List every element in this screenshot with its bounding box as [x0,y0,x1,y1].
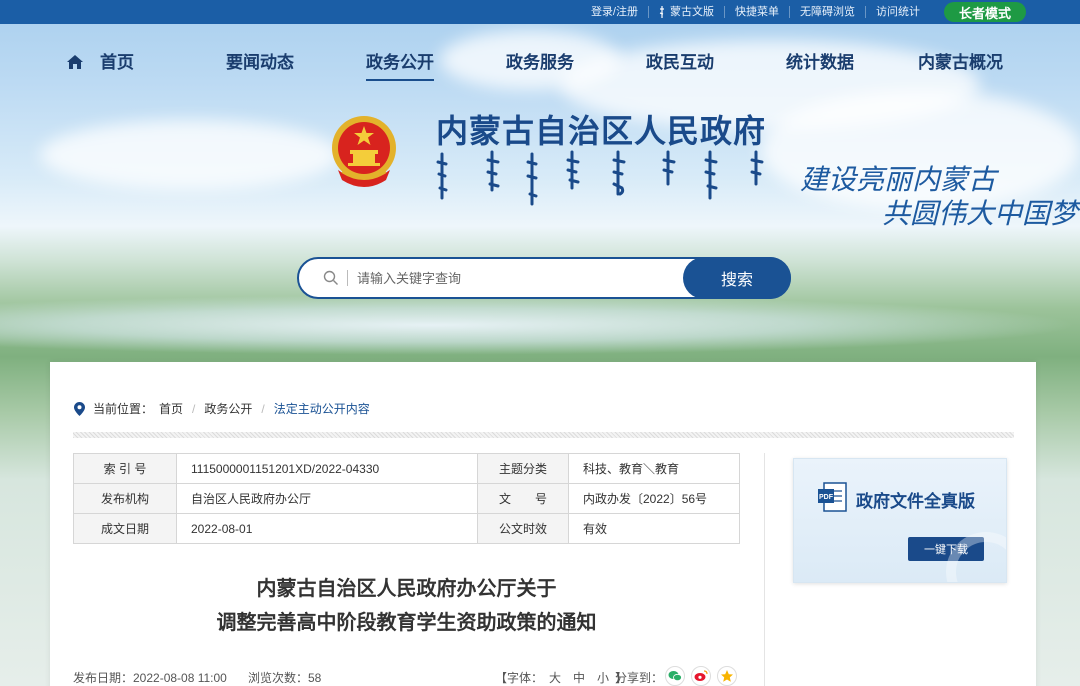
pdf-icon: PDF [818,482,847,512]
location-pin-icon [74,401,85,416]
font-size-medium[interactable]: 中 [573,671,585,685]
slogan: 建设亮丽内蒙古 共圆伟大中国梦 [800,158,1078,230]
svg-text:PDF: PDF [819,494,834,501]
nav-news[interactable]: 要闻动态 [226,48,294,73]
river-decoration [0,295,1080,355]
search-input[interactable] [357,267,677,289]
breadcrumb-current[interactable]: 法定主动公开内容 [274,400,370,417]
fulltext-card: PDF 政府文件全真版 一键下载 [793,458,1007,583]
weibo-share-icon[interactable] [691,666,711,686]
nav-home[interactable]: 首页 [66,48,134,73]
search-button[interactable]: 搜索 [683,257,791,299]
meta-key: 发布机构 [73,483,177,514]
table-row: 索 引 号 1115000001151201XD/2022-04330 主题分类… [73,453,740,484]
breadcrumb-home[interactable]: 首页 [159,400,183,417]
publish-date: 发布日期：2022-08-08 11:00 [73,671,227,685]
login-link[interactable]: 登录/注册 [581,6,648,18]
top-bar: 登录/注册 蒙古文版 快捷菜单 无障碍浏览 访问统计 长者模式 [0,0,1080,24]
nav-overview[interactable]: 内蒙古概况 [918,48,1003,73]
site-title: 内蒙古自治区人民政府 [436,112,767,150]
meta-key: 成文日期 [73,513,177,544]
fulltext-title: 政府文件全真版 [856,492,975,512]
share-label: 分享到： [615,671,664,685]
nav-gov-services[interactable]: 政务服务 [506,48,574,73]
hatch-divider [73,432,1014,438]
mongolian-title-script [436,150,764,206]
wechat-share-icon[interactable] [665,666,685,686]
breadcrumb-separator: / [192,401,196,416]
qzone-share-icon[interactable] [717,666,737,686]
document-meta-table: 索 引 号 1115000001151201XD/2022-04330 主题分类… [73,453,740,544]
cloud [40,120,340,190]
document-title-line-1: 内蒙古自治区人民政府办公厅关于 [256,578,557,600]
nav-statistics[interactable]: 统计数据 [786,48,854,73]
nav-gov-affairs-open[interactable]: 政务公开 [366,48,434,81]
breadcrumb: 当前位置： 首页 / 政务公开 / 法定主动公开内容 [74,400,370,417]
meta-value: 自治区人民政府办公厅 [176,483,478,514]
accessibility-link[interactable]: 无障碍浏览 [789,6,865,18]
document-title: 内蒙古自治区人民政府办公厅关于 调整完善高中阶段教育学生资助政策的通知 [73,572,740,640]
breadcrumb-gov-open[interactable]: 政务公开 [204,400,252,417]
national-emblem [332,116,396,187]
meta-value: 有效 [568,513,740,544]
font-size-small[interactable]: 小 [597,671,609,685]
main-nav: 首页 要闻动态 政务公开 政务服务 政民互动 统计数据 内蒙古概况 [0,40,1080,81]
publish-bar: 发布日期：2022-08-08 11:00 浏览次数：58 【字体：大中小】 分… [73,666,740,686]
meta-value: 内政办发〔2022〕56号 [568,483,740,514]
table-row: 成文日期 2022-08-01 公文时效 有效 [73,513,740,544]
document-title-line-2: 调整完善高中阶段教育学生资助政策的通知 [216,612,597,634]
meta-key: 索 引 号 [73,453,177,484]
visit-stats-link[interactable]: 访问统计 [865,6,930,18]
search-icon [323,270,338,285]
vertical-divider [764,453,765,686]
search-box: 搜索 [297,257,791,299]
home-icon [67,55,83,69]
nav-interaction[interactable]: 政民互动 [646,48,714,73]
font-size-large[interactable]: 大 [549,671,561,685]
slogan-line-2: 共圆伟大中国梦 [882,197,1079,230]
meta-key: 文 号 [477,483,569,514]
meta-value: 科技、教育＼教育 [568,453,740,484]
mongolian-version-link[interactable]: 蒙古文版 [648,6,724,18]
view-count: 浏览次数：58 [248,671,322,685]
search-separator [347,270,348,286]
content-panel: 当前位置： 首页 / 政务公开 / 法定主动公开内容 索 引 号 1115000… [50,362,1036,686]
table-row: 发布机构 自治区人民政府办公厅 文 号 内政办发〔2022〕56号 [73,483,740,514]
font-size-control: 【字体：大中小】 [495,669,627,686]
font-size-label: 【字体： [495,671,544,685]
breadcrumb-separator: / [261,401,265,416]
meta-key: 主题分类 [477,453,569,484]
meta-value: 2022-08-01 [176,513,478,544]
meta-value: 1115000001151201XD/2022-04330 [176,453,478,484]
mongolian-script-icon [659,6,664,18]
quick-menu-link[interactable]: 快捷菜单 [724,6,789,18]
meta-key: 公文时效 [477,513,569,544]
elder-mode-button[interactable]: 长者模式 [944,2,1026,22]
top-links: 登录/注册 蒙古文版 快捷菜单 无障碍浏览 访问统计 [581,0,930,24]
breadcrumb-label: 当前位置： [93,402,154,416]
